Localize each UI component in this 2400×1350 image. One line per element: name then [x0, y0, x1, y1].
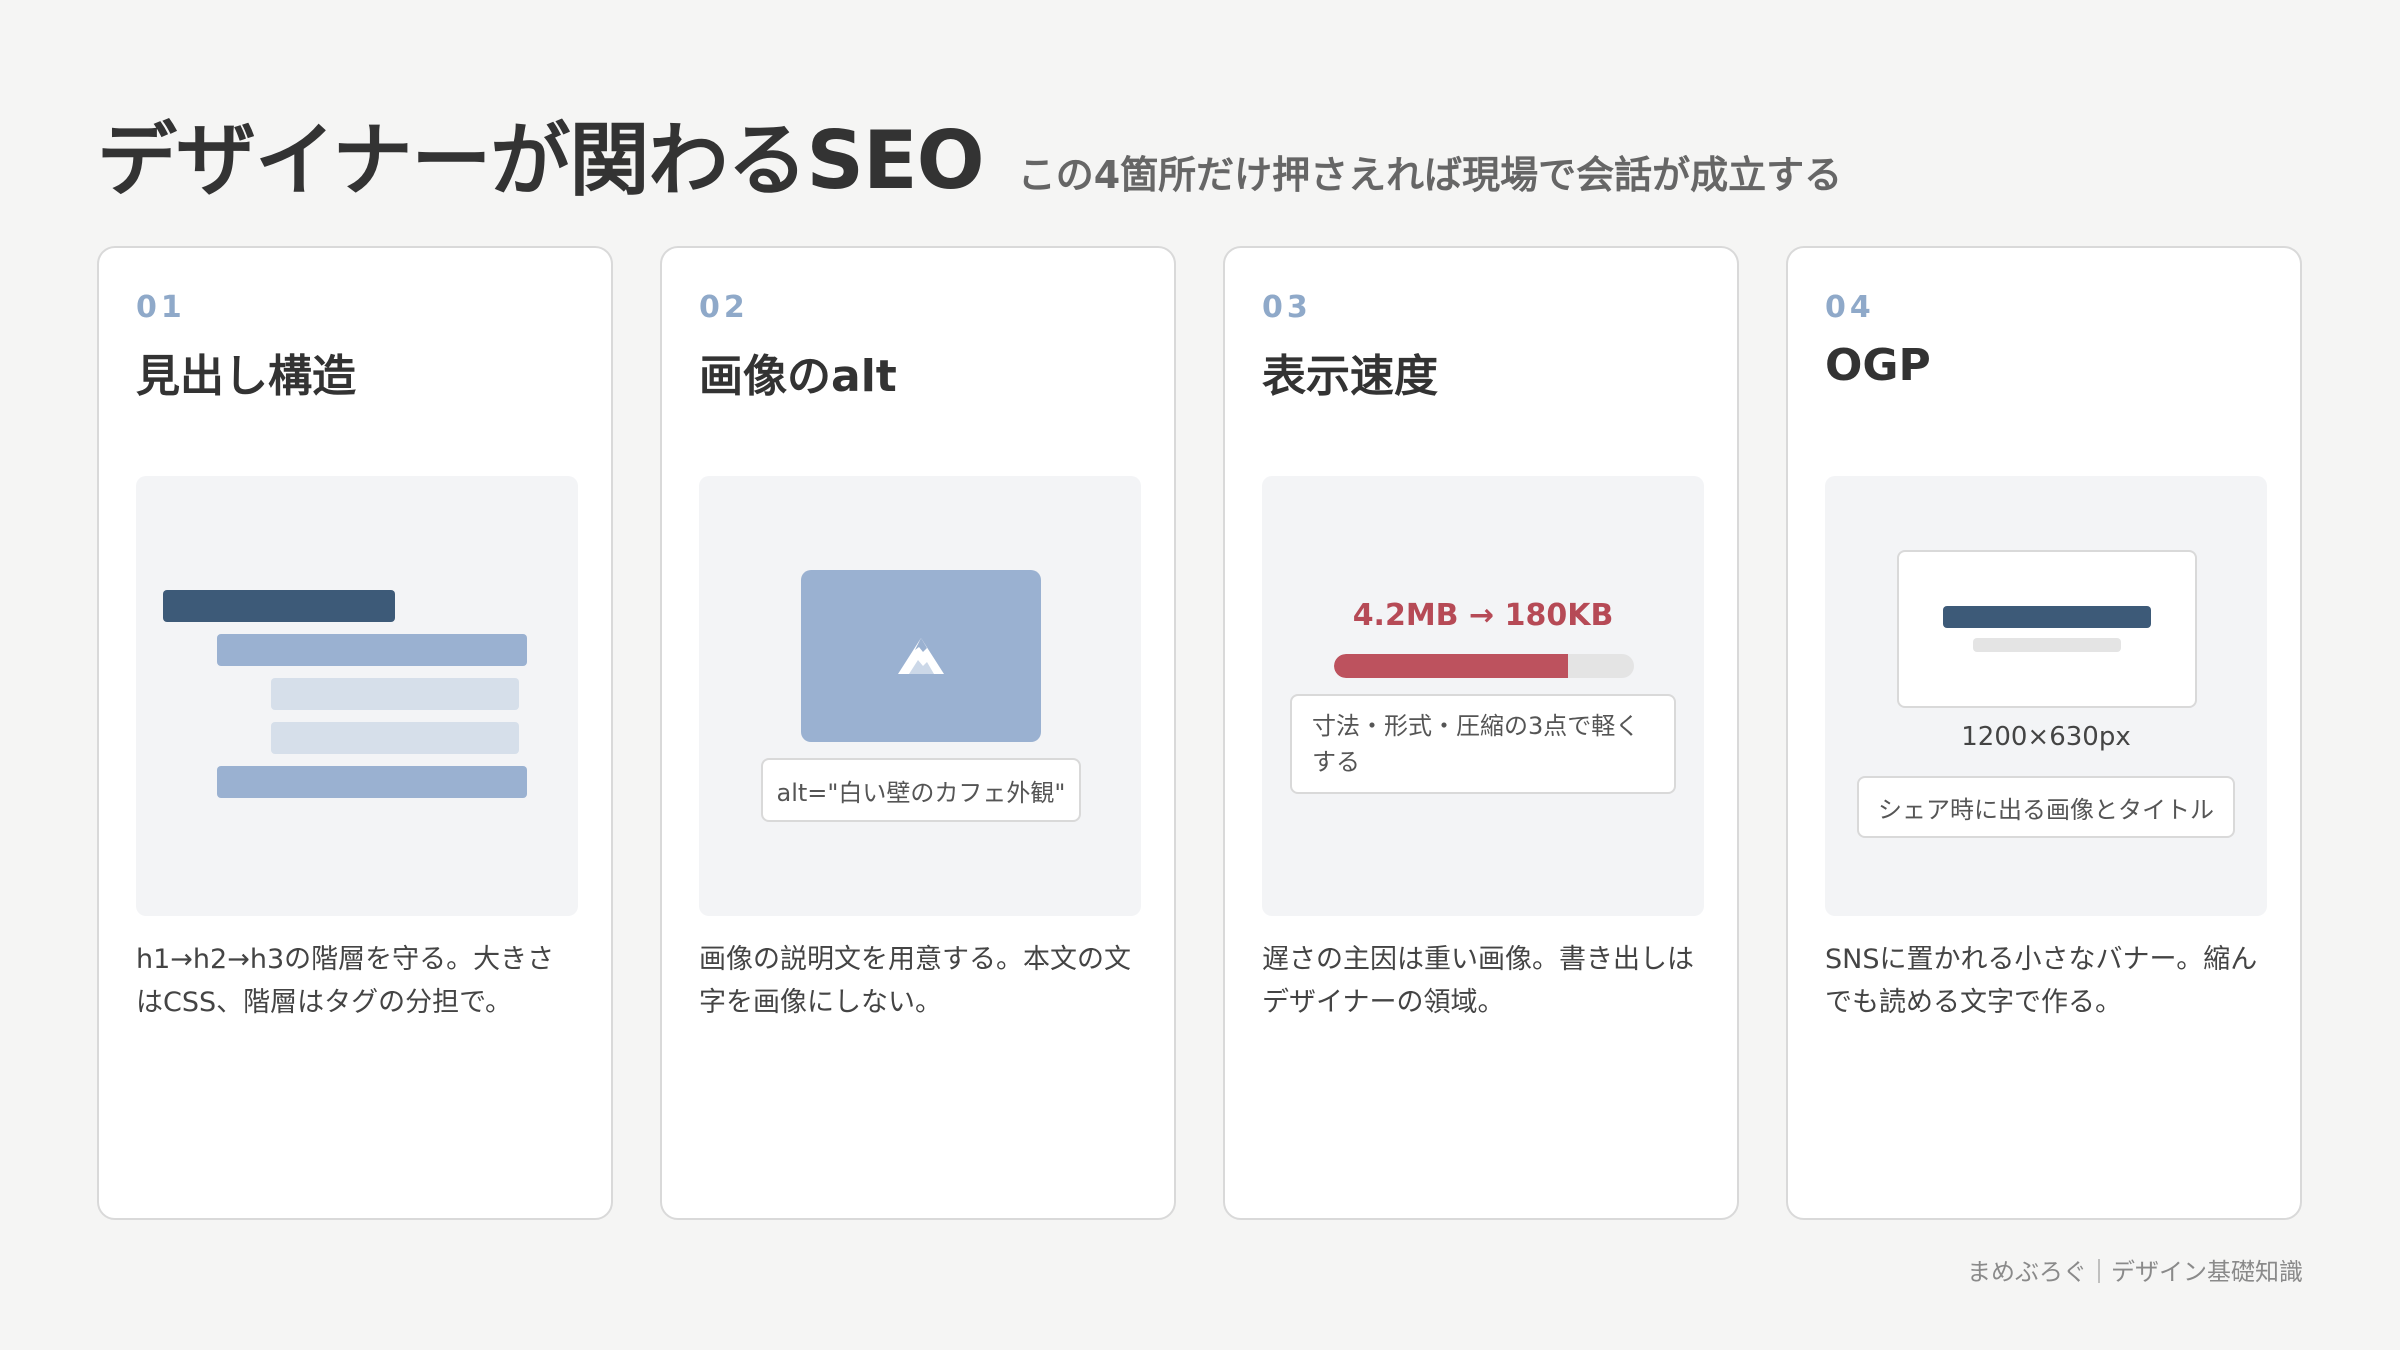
- card-description: 遅さの主因は重い画像。書き出しはデザイナーの領域。: [1262, 944, 1694, 1018]
- card-title: OGP: [1825, 340, 1931, 391]
- card-number: 04: [1825, 290, 1875, 325]
- image-alt-illustration: alt="白い壁のカフェ外観": [699, 476, 1141, 916]
- page-speed-illustration: 4.2MB → 180KB 寸法・形式・圧縮の3点で軽くする: [1262, 476, 1704, 916]
- card-image-alt: 02 画像のalt alt="白い壁のカフェ外観" 画像の説明文を用意する。本文…: [660, 246, 1176, 1220]
- heading-hierarchy-illustration: [136, 476, 578, 916]
- h3-bar: [271, 722, 519, 754]
- ogp-size-label: 1200×630px: [1961, 722, 2131, 752]
- ogp-preview-box: [1897, 550, 2197, 708]
- footer-credit: まめぶろぐ｜デザイン基礎知識: [1967, 1258, 2303, 1286]
- header: デザイナーが関わるSEO この4箇所だけ押さえれば現場で会話が成立する: [97, 96, 1842, 212]
- h3-bar: [271, 678, 519, 710]
- card-number: 01: [136, 290, 186, 325]
- speed-progress-fill: [1334, 654, 1568, 678]
- alt-attribute-tag: alt="白い壁のカフェ外観": [761, 758, 1081, 822]
- card-number: 02: [699, 290, 749, 325]
- card-title: 画像のalt: [699, 351, 897, 402]
- card-ogp: 04 OGP 1200×630px シェア時に出る画像とタイトル SNSに置かれ…: [1786, 246, 2302, 1220]
- ogp-title-bar: [1943, 606, 2151, 628]
- ogp-illustration: 1200×630px シェア時に出る画像とタイトル: [1825, 476, 2267, 916]
- h2-bar: [217, 766, 527, 798]
- card-description: SNSに置かれる小さなバナー。縮んでも読める文字で作る。: [1825, 944, 2258, 1018]
- speed-note: 寸法・形式・圧縮の3点で軽くする: [1290, 694, 1676, 794]
- card-title: 見出し構造: [136, 351, 356, 402]
- card-page-speed: 03 表示速度 4.2MB → 180KB 寸法・形式・圧縮の3点で軽くする 遅…: [1223, 246, 1739, 1220]
- ogp-subtitle-bar: [1973, 638, 2121, 652]
- speed-progress-track: [1334, 654, 1634, 678]
- h2-bar: [217, 634, 527, 666]
- card-heading-structure: 01 見出し構造 h1→h2→h3の階層を守る。大きさはCSS、階層はタグの分担…: [97, 246, 613, 1220]
- page-subtitle: この4箇所だけ押さえれば現場で会話が成立する: [1017, 153, 1843, 197]
- card-description: h1→h2→h3の階層を守る。大きさはCSS、階層はタグの分担で。: [136, 944, 555, 1018]
- ogp-caption-tag: シェア時に出る画像とタイトル: [1857, 776, 2235, 838]
- page-title: デザイナーが関わるSEO: [97, 114, 985, 207]
- card-title: 表示速度: [1262, 351, 1438, 402]
- card-description: 画像の説明文を用意する。本文の文字を画像にしない。: [699, 944, 1131, 1018]
- file-size-label: 4.2MB → 180KB: [1352, 598, 1614, 633]
- image-placeholder: [801, 570, 1041, 742]
- mountain-icon: [898, 638, 944, 674]
- card-number: 03: [1262, 290, 1312, 325]
- h1-bar: [163, 590, 395, 622]
